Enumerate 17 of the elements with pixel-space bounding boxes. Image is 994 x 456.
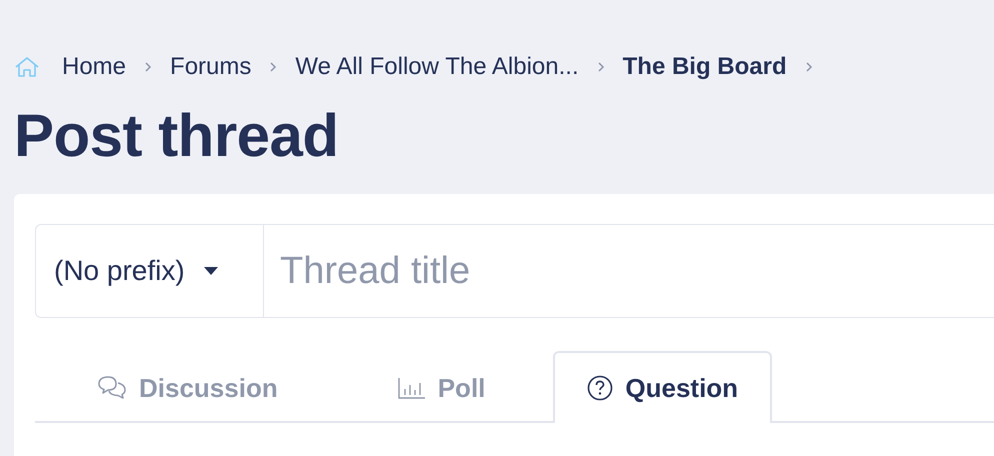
chevron-icon [269, 61, 278, 73]
bar-chart-icon [398, 377, 426, 399]
chevron-icon [144, 61, 152, 73]
breadcrumb-link[interactable]: Home [62, 53, 126, 81]
chevron-icon [804, 61, 813, 73]
breadcrumb-link[interactable]: The Big Board [622, 53, 787, 81]
prefix-dropdown[interactable]: (No prefix) [35, 224, 263, 318]
question-icon [587, 375, 614, 401]
breadcrumb-link[interactable]: Forums [170, 53, 252, 81]
thread-title-field[interactable]: Thread title [263, 224, 994, 318]
caret-icon [202, 266, 219, 276]
breadcrumb-link[interactable]: We All Follow The Albion... [295, 53, 579, 81]
home-icon[interactable] [14, 56, 40, 78]
page-title: Post thread [14, 102, 340, 170]
chevron-icon [596, 61, 605, 73]
speech-bubbles-icon [97, 376, 127, 400]
tab[interactable]: Question [553, 351, 772, 423]
